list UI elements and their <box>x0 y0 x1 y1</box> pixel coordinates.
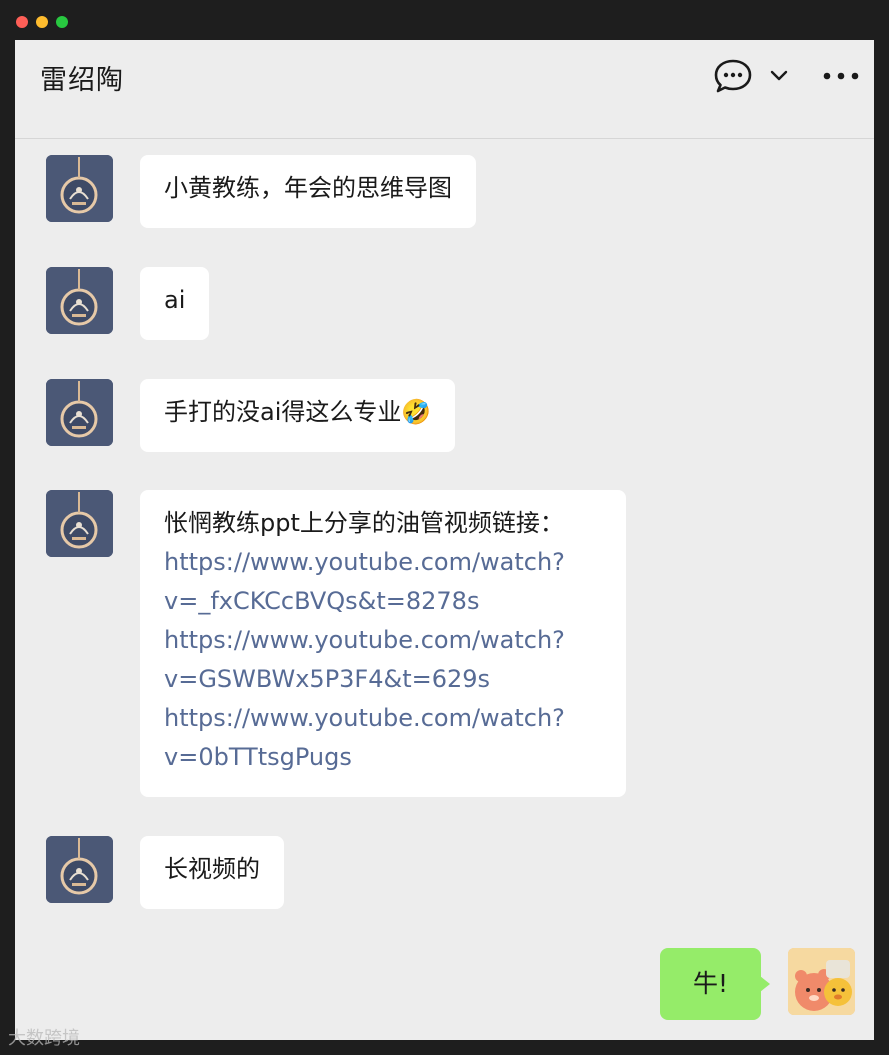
message-bubble[interactable]: ai <box>140 267 210 340</box>
own-message-bubble[interactable]: 牛! <box>660 948 770 1020</box>
message-text: 手打的没ai得这么专业 <box>164 398 402 426</box>
message-text: 长视频的 <box>164 855 260 883</box>
message-text: 小黄教练，年会的思维导图 <box>164 174 452 202</box>
link-line: v=_fxCKCcBVQs&t=8278s <box>164 587 480 615</box>
chat-bubble-icon[interactable] <box>711 56 755 96</box>
message-text: 怅惘教练ppt上分享的油管视频链接： <box>164 509 564 537</box>
close-window-button[interactable] <box>16 16 28 28</box>
chat-header: 雷绍陶 <box>15 40 874 139</box>
message-bubble[interactable]: 手打的没ai得这么专业🤣 <box>140 379 456 452</box>
contact-avatar[interactable] <box>46 490 113 557</box>
rofl-emoji-icon: 🤣 <box>401 398 432 426</box>
message-text: ai <box>164 286 186 314</box>
youtube-link[interactable]: https://www.youtube.com/watch? v=_fxCKCc… <box>164 543 602 621</box>
minimize-window-button[interactable] <box>36 16 48 28</box>
message-text: 牛! <box>692 969 729 998</box>
app-window: 雷绍陶 小黄教练，年会的思维导图 ai 手打的没ai得这么专业🤣 怅惘教练ppt… <box>0 0 889 1055</box>
contact-avatar[interactable] <box>46 836 113 903</box>
maximize-window-button[interactable] <box>56 16 68 28</box>
title-bar <box>0 0 889 40</box>
youtube-link[interactable]: https://www.youtube.com/watch? v=GSWBWx5… <box>164 621 602 699</box>
contact-avatar[interactable] <box>46 155 113 222</box>
message-bubble[interactable]: 小黄教练，年会的思维导图 <box>140 155 476 228</box>
watermark: 大数跨境 <box>8 1024 80 1050</box>
message-bubble[interactable]: 怅惘教练ppt上分享的油管视频链接： https://www.youtube.c… <box>140 490 626 797</box>
link-line: https://www.youtube.com/watch? <box>164 626 565 654</box>
watermark-text: 大数跨境 <box>8 1028 80 1049</box>
message-line: 手打的没ai得这么专业🤣 <box>164 393 431 432</box>
link-line: https://www.youtube.com/watch? <box>164 548 565 576</box>
self-avatar[interactable] <box>788 948 855 1015</box>
more-options-icon[interactable] <box>821 56 861 96</box>
contact-avatar[interactable] <box>46 267 113 334</box>
link-line: v=0bTTtsgPugs <box>164 743 352 771</box>
chevron-down-icon[interactable] <box>767 56 791 96</box>
chat-title: 雷绍陶 <box>40 65 124 96</box>
link-line: https://www.youtube.com/watch? <box>164 704 565 732</box>
message-bubble[interactable]: 长视频的 <box>140 836 284 909</box>
link-line: v=GSWBWx5P3F4&t=629s <box>164 665 491 693</box>
contact-avatar[interactable] <box>46 379 113 446</box>
chat-panel: 雷绍陶 小黄教练，年会的思维导图 ai 手打的没ai得这么专业🤣 怅惘教练ppt… <box>15 40 874 1040</box>
youtube-link[interactable]: https://www.youtube.com/watch? v=0bTTtsg… <box>164 699 602 777</box>
